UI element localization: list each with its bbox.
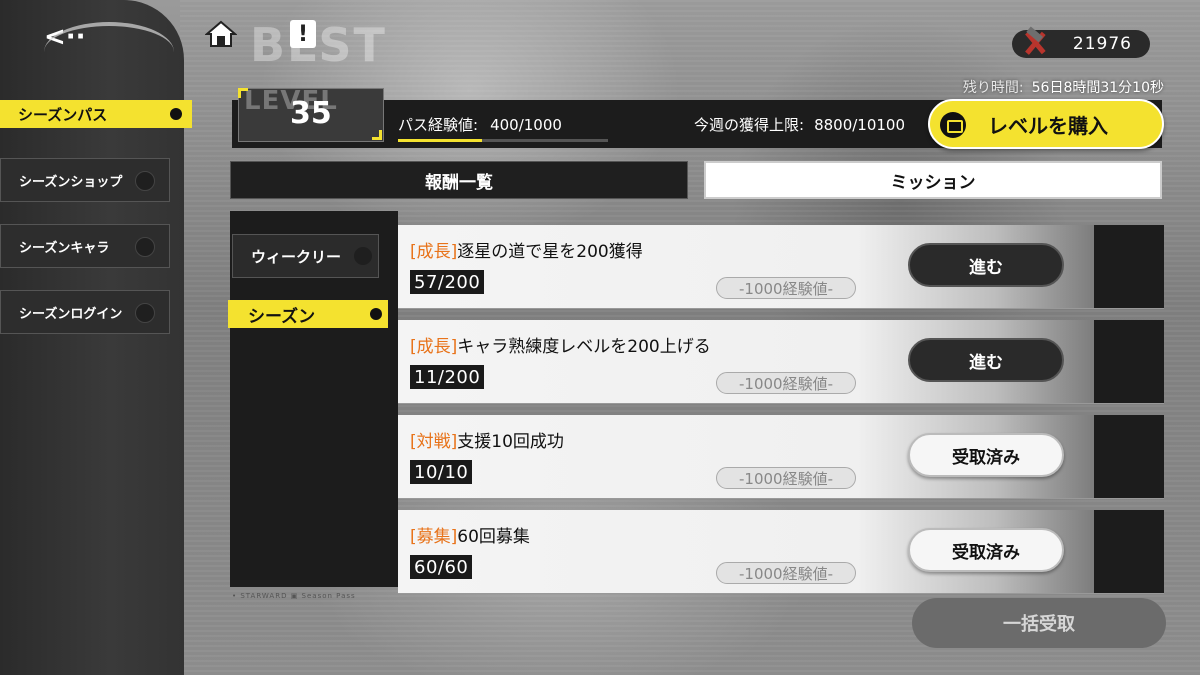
mission-exp-reward: -1000経験値- (716, 372, 856, 394)
category-weekly[interactable]: ウィークリー (232, 234, 379, 278)
mission-title: [成長]キャラ熟練度レベルを200上げる (410, 332, 711, 357)
dot-icon (135, 171, 155, 191)
sidebar-item-season-chara[interactable]: シーズンキャラ (0, 224, 170, 268)
crossed-hammers-icon (1025, 26, 1046, 55)
mission-tag: [対戦] (410, 432, 458, 452)
mission-row: [対戦]支援10回成功 10/10 -1000経験値- 受取済み (398, 415, 1164, 499)
mission-row: [成長]逐星の道で星を200獲得 57/200 -1000経験値- 進む (398, 225, 1164, 309)
level-number: 35 (290, 96, 332, 131)
sidebar-item-label: シーズンキャラ (19, 240, 110, 256)
tab-rewards[interactable]: 報酬一覧 (230, 161, 688, 199)
dot-icon (354, 247, 372, 265)
mission-title: [成長]逐星の道で星を200獲得 (410, 237, 643, 262)
mission-title: [募集]60回募集 (410, 522, 530, 547)
mission-text: 支援10回成功 (457, 432, 564, 452)
selected-dot-icon (170, 108, 182, 120)
notice-icon[interactable]: ! (290, 20, 316, 48)
pass-exp: パス経験値: 400/1000 (398, 114, 562, 135)
mission-progress: 10/10 (410, 460, 473, 484)
remaining-time: 残り時間: 56日8時間31分10秒 (963, 77, 1164, 97)
category-label: ウィークリー (251, 247, 342, 266)
footer-logo: • STARWARD ▣ Season Pass (232, 592, 356, 600)
selected-dot-icon (370, 308, 382, 320)
category-label: シーズン (248, 306, 316, 327)
mission-tag: [成長] (410, 242, 458, 262)
mission-progress: 11/200 (410, 365, 485, 389)
go-button[interactable]: 進む (908, 338, 1064, 382)
mission-text: 逐星の道で星を200獲得 (457, 242, 643, 262)
sidebar-item-label: シーズンショップ (19, 174, 123, 190)
mission-row-end (1094, 320, 1164, 403)
mission-row: [募集]60回募集 60/60 -1000経験値- 受取済み (398, 510, 1164, 594)
remaining-time-value: 56日8時間31分10秒 (1031, 80, 1164, 96)
pass-exp-label: パス経験値: (398, 116, 479, 134)
sidebar-item-season-shop[interactable]: シーズンショップ (0, 158, 170, 202)
mission-exp-reward: -1000経験値- (716, 562, 856, 584)
claimed-button[interactable]: 受取済み (908, 433, 1064, 477)
buy-level-label: レベルを購入 (988, 113, 1108, 138)
dot-icon (135, 303, 155, 323)
level-corner-decoration (372, 130, 382, 140)
go-button[interactable]: 進む (908, 243, 1064, 287)
card-icon (940, 112, 966, 138)
mission-progress: 60/60 (410, 555, 473, 579)
weekly-cap: 今週の獲得上限: 8800/10100 (694, 114, 905, 135)
mission-tag: [募集] (410, 527, 458, 547)
sidebar-item-label: シーズンログイン (19, 306, 123, 322)
mission-row-end (1094, 225, 1164, 308)
tab-missions[interactable]: ミッション (704, 161, 1162, 199)
back-arc-decoration (44, 22, 174, 82)
sidebar-item-season-pass[interactable]: シーズンパス (0, 100, 192, 128)
pass-exp-value: 400/1000 (490, 116, 562, 134)
weekly-cap-label: 今週の獲得上限: (694, 116, 805, 134)
claim-all-button[interactable]: 一括受取 (912, 598, 1166, 648)
dot-icon (135, 237, 155, 257)
level-corner-decoration (238, 88, 248, 98)
mission-text: 60回募集 (457, 527, 530, 547)
mission-progress: 57/200 (410, 270, 485, 294)
sidebar-item-label: シーズンパス (18, 105, 108, 124)
back-button[interactable]: <·· (44, 20, 174, 54)
claimed-button[interactable]: 受取済み (908, 528, 1064, 572)
mission-row-end (1094, 510, 1164, 593)
mission-text: キャラ熟練度レベルを200上げる (457, 337, 711, 357)
sidebar-item-season-login[interactable]: シーズンログイン (0, 290, 170, 334)
mission-row: [成長]キャラ熟練度レベルを200上げる 11/200 -1000経験値- 進む (398, 320, 1164, 404)
weekly-cap-value: 8800/10100 (814, 116, 906, 134)
category-season[interactable]: シーズン (228, 300, 388, 328)
currency-amount: 21976 (1072, 34, 1132, 54)
home-icon[interactable] (205, 20, 237, 48)
mission-exp-reward: -1000経験値- (716, 277, 856, 299)
mission-title: [対戦]支援10回成功 (410, 427, 564, 452)
mission-exp-reward: -1000経験値- (716, 467, 856, 489)
background-logo: BLST (250, 18, 387, 72)
mission-row-end (1094, 415, 1164, 498)
exp-progress-track (398, 139, 608, 142)
remaining-time-label: 残り時間: (962, 80, 1024, 96)
exp-progress-fill (398, 139, 482, 142)
mission-tag: [成長] (410, 337, 458, 357)
